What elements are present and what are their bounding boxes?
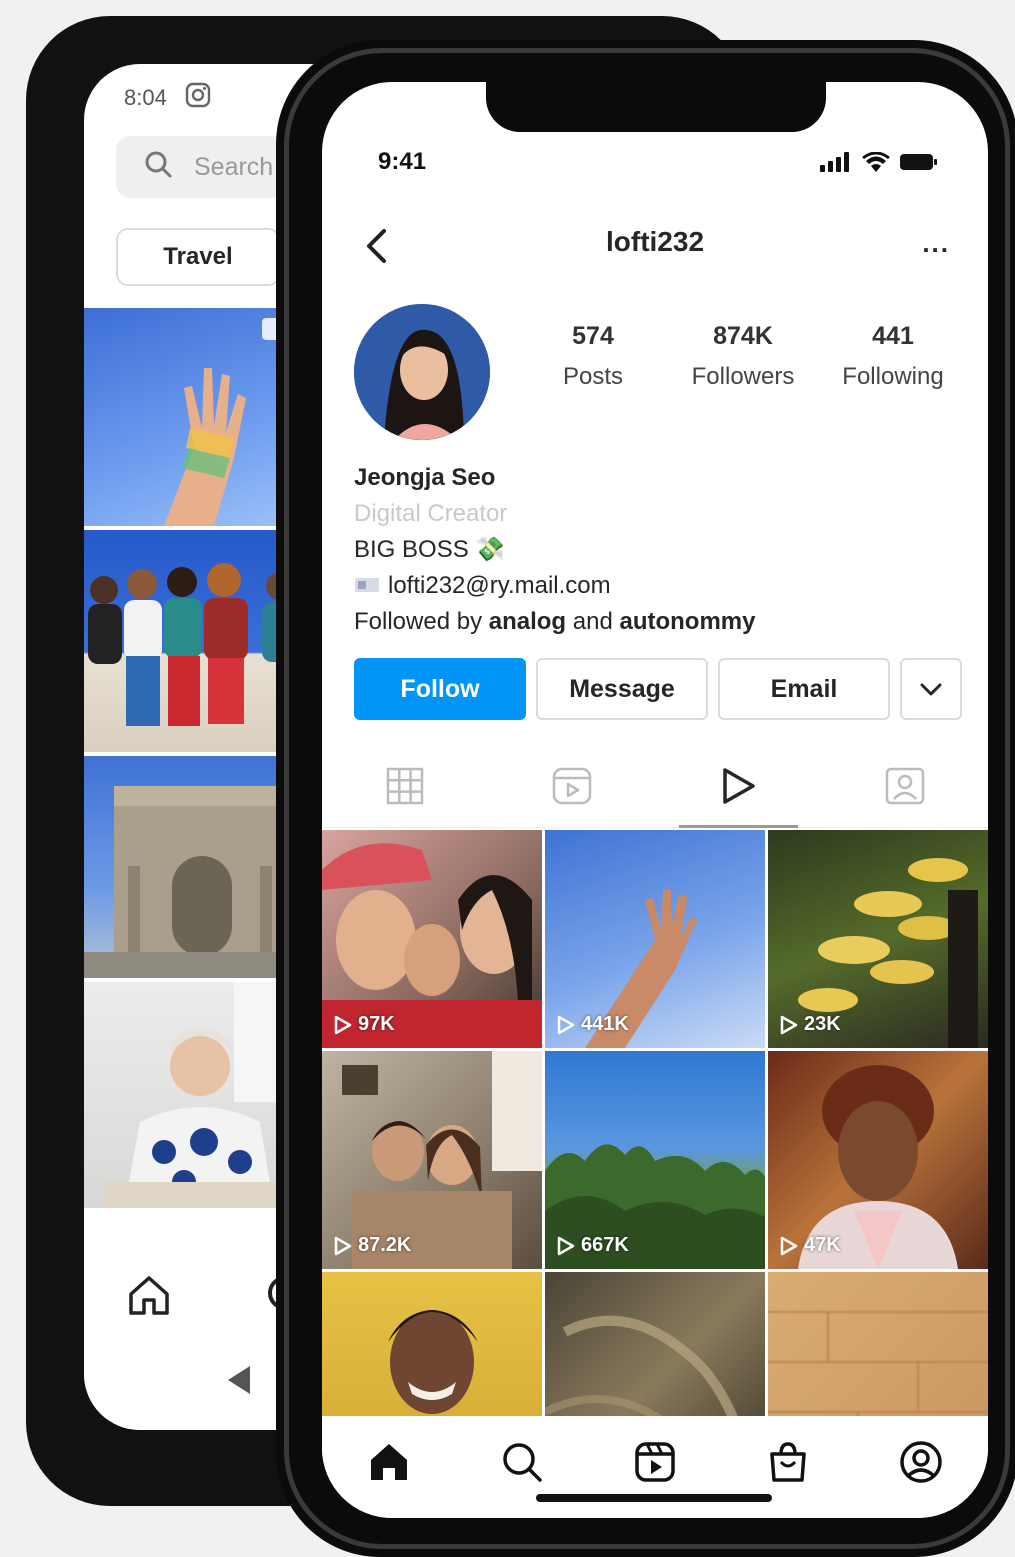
view-count-text: 441K	[581, 1013, 629, 1035]
bottom-nav	[322, 1416, 988, 1518]
reels-icon[interactable]	[633, 1440, 677, 1489]
signal-icon	[820, 152, 852, 177]
tab-videos[interactable]	[655, 750, 822, 828]
followed-by-line: Followed by analog and autonommy	[354, 604, 755, 640]
view-count-text: 667K	[581, 1234, 629, 1256]
foreground-phone: 9:41 lofti232 ... 574 Posts 874K Followe…	[276, 40, 1015, 1557]
profile-avatar[interactable]	[354, 304, 490, 440]
profile-icon[interactable]	[899, 1440, 943, 1489]
view-count: 87.2K	[334, 1234, 411, 1257]
view-count-text: 97K	[358, 1013, 395, 1035]
profile-bio: Jeongja Seo Digital Creator BIG BOSS 💸 l…	[354, 460, 755, 640]
tab-reels[interactable]	[489, 750, 656, 827]
stat-posts[interactable]: 574 Posts	[518, 322, 668, 391]
profile-stats: 574 Posts 874K Followers 441 Following	[518, 322, 968, 391]
play-icon	[720, 767, 756, 810]
followed-prefix: Followed by	[354, 608, 489, 635]
view-count: 97K	[334, 1013, 395, 1036]
suggestions-dropdown-button[interactable]	[900, 658, 962, 720]
stat-label: Posts	[562, 363, 624, 390]
stat-label: Followers	[691, 363, 795, 390]
home-icon[interactable]	[126, 1272, 172, 1323]
wifi-icon	[862, 151, 890, 177]
profile-header: lofti232 ...	[322, 220, 988, 270]
android-back-icon[interactable]	[224, 1364, 252, 1401]
stat-label: Following	[842, 363, 944, 390]
home-indicator[interactable]	[536, 1494, 772, 1502]
tagged-user-icon	[885, 767, 925, 810]
status-time: 9:41	[378, 148, 427, 175]
stat-value: 874K	[713, 322, 773, 350]
profile-category: Digital Creator	[354, 500, 508, 527]
followed-user-link[interactable]: analog	[489, 608, 566, 635]
video-grid: 97K 441K 23K 87.2K 667K 47K	[322, 830, 988, 1490]
profile-full-name: Jeongja Seo	[354, 464, 496, 491]
email-button[interactable]: Email	[718, 658, 890, 720]
followed-and: and	[566, 608, 620, 635]
view-count-text: 23K	[804, 1013, 841, 1035]
stat-followers[interactable]: 874K Followers	[668, 322, 818, 391]
view-count: 667K	[557, 1234, 629, 1257]
profile-username: lofti232	[605, 226, 705, 257]
view-count: 47K	[780, 1234, 841, 1257]
status-icons	[820, 151, 938, 177]
travel-chip[interactable]: Travel	[116, 228, 280, 286]
explore-image-arch[interactable]	[84, 756, 306, 978]
video-thumbnail[interactable]: 87.2K	[322, 1051, 542, 1269]
battery-icon	[900, 152, 938, 177]
video-thumbnail[interactable]: 97K	[322, 830, 542, 1048]
search-icon[interactable]	[500, 1440, 544, 1489]
reels-icon	[552, 767, 592, 810]
chevron-down-icon	[920, 675, 942, 704]
view-count: 441K	[557, 1013, 629, 1036]
shop-icon[interactable]	[766, 1440, 810, 1489]
video-thumbnail[interactable]: 441K	[545, 830, 765, 1048]
explore-image-woman[interactable]	[84, 982, 306, 1208]
instagram-icon	[185, 82, 211, 114]
stat-following[interactable]: 441 Following	[818, 322, 968, 391]
explore-image-group[interactable]	[84, 530, 306, 752]
view-count: 23K	[780, 1013, 841, 1036]
profile-actions: Follow Message Email	[354, 658, 962, 720]
profile-screen: 9:41 lofti232 ... 574 Posts 874K Followe…	[322, 82, 988, 1518]
view-count-text: 87.2K	[358, 1234, 412, 1256]
followed-user-link[interactable]: autonommy	[619, 608, 755, 635]
follow-button[interactable]: Follow	[354, 658, 526, 720]
back-status-bar: 8:04	[124, 82, 211, 114]
home-icon[interactable]	[367, 1440, 411, 1489]
email-emoji-icon	[354, 568, 380, 604]
stat-value: 441	[872, 322, 914, 350]
bio-email[interactable]: lofti232@ry.mail.com	[388, 568, 611, 604]
search-placeholder: Search	[194, 152, 274, 181]
video-thumbnail[interactable]: 667K	[545, 1051, 765, 1269]
back-status-time: 8:04	[124, 85, 167, 110]
profile-tabs	[322, 750, 988, 828]
stat-value: 574	[572, 322, 614, 350]
video-thumbnail[interactable]: 47K	[768, 1051, 988, 1269]
search-icon	[144, 150, 172, 185]
phone-notch	[486, 82, 826, 132]
message-button[interactable]: Message	[536, 658, 708, 720]
bio-line: BIG BOSS 💸	[354, 536, 506, 563]
grid-icon	[386, 767, 424, 810]
view-count-text: 47K	[804, 1234, 841, 1256]
more-options-icon[interactable]: ...	[922, 228, 950, 259]
video-thumbnail[interactable]: 23K	[768, 830, 988, 1048]
tab-posts-grid[interactable]	[322, 750, 489, 827]
bio-email-line: lofti232@ry.mail.com	[354, 568, 755, 604]
explore-image-hand[interactable]	[84, 308, 306, 526]
tab-tagged[interactable]	[822, 750, 989, 827]
